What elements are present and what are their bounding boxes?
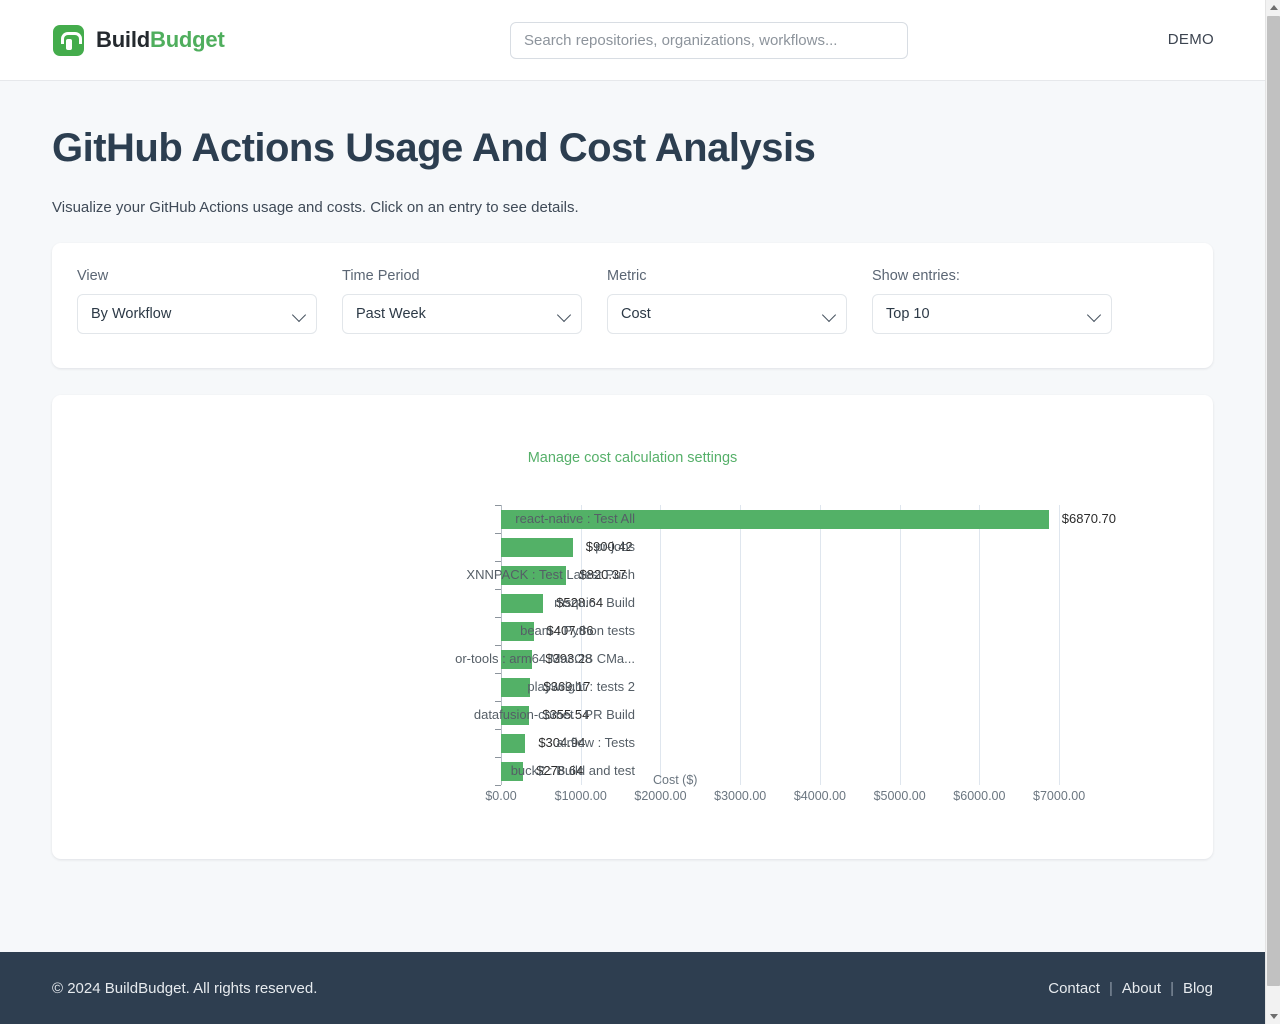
main-content: GitHub Actions Usage And Cost Analysis V… — [0, 81, 1265, 859]
brand-name-second: Budget — [150, 27, 225, 52]
page-title: GitHub Actions Usage And Cost Analysis — [52, 81, 1213, 171]
select-view[interactable]: By Workflow — [77, 294, 317, 334]
footer-separator: | — [1109, 980, 1113, 997]
filter-label-view: View — [77, 268, 317, 284]
chart-category-label[interactable]: or-tools : arm64 MacOS CMa... — [285, 645, 635, 673]
filter-label-time-period: Time Period — [342, 268, 582, 284]
site-header: BuildBudget DEMO — [0, 0, 1265, 81]
select-show-entries[interactable]: Top 10 — [872, 294, 1112, 334]
chart-y-tick — [495, 561, 501, 562]
chart-x-tick-label: $5000.00 — [874, 789, 926, 803]
search-input[interactable] — [510, 22, 908, 59]
select-time-period-value: Past Week — [356, 306, 426, 322]
chevron-down-icon — [822, 308, 836, 322]
chart-x-tick-label: $6000.00 — [953, 789, 1005, 803]
brand-name-first: Build — [96, 27, 150, 52]
filter-group-view: View By Workflow — [77, 243, 317, 334]
chart-bar-row[interactable]: $528.64msquic : Build — [501, 589, 1091, 617]
chart-category-label[interactable]: airflow : Tests — [285, 729, 635, 757]
search-container — [510, 22, 908, 59]
footer-links: Contact | About | Blog — [1048, 980, 1213, 997]
browser-viewport: BuildBudget DEMO GitHub Actions Usage An… — [0, 0, 1280, 1024]
chart-y-tick — [495, 701, 501, 702]
footer-link-blog[interactable]: Blog — [1183, 980, 1213, 997]
chart-category-label[interactable]: datafusion-comet : PR Build — [285, 701, 635, 729]
filter-label-show-entries: Show entries: — [872, 268, 1112, 284]
chart-bar-row[interactable]: $304.94airflow : Tests — [501, 729, 1091, 757]
chart-bar-row[interactable]: $407.86beam : Python tests — [501, 617, 1091, 645]
chart-bar-row[interactable]: $393.28or-tools : arm64 MacOS CMa... — [501, 645, 1091, 673]
chart-y-tick — [495, 757, 501, 758]
page-root: BuildBudget DEMO GitHub Actions Usage An… — [0, 0, 1265, 1024]
chart-bar-row[interactable]: $6870.70react-native : Test All — [501, 505, 1091, 533]
filter-group-time-period: Time Period Past Week — [342, 243, 582, 334]
chart-x-axis-title: Cost ($) — [653, 773, 697, 787]
chart-y-tick — [495, 729, 501, 730]
account-demo-label[interactable]: DEMO — [1168, 31, 1214, 48]
chart-bar-row[interactable]: $820.37XNNPACK : Test Latest Push — [501, 561, 1091, 589]
select-metric[interactable]: Cost — [607, 294, 847, 334]
chart-bars: $6870.70react-native : Test All$900.42pr… — [501, 505, 1091, 785]
filter-group-show-entries: Show entries: Top 10 — [872, 243, 1112, 334]
chart-y-tick — [495, 645, 501, 646]
scroll-up-arrow-icon[interactable] — [1266, 0, 1280, 15]
chart-x-tick-label: $1000.00 — [555, 789, 607, 803]
footer-link-contact[interactable]: Contact — [1048, 980, 1100, 997]
select-view-value: By Workflow — [91, 306, 171, 322]
chart-x-tick-label: $3000.00 — [714, 789, 766, 803]
chart-y-tick — [495, 617, 501, 618]
footer-link-about[interactable]: About — [1122, 980, 1161, 997]
chart-y-tick — [495, 533, 501, 534]
scroll-down-arrow-icon[interactable] — [1266, 1009, 1280, 1024]
chart-bar-row[interactable]: $355.54datafusion-comet : PR Build — [501, 701, 1091, 729]
manage-cost-settings-link[interactable]: Manage cost calculation settings — [52, 450, 1213, 466]
chart-x-tick-label: $0.00 — [485, 789, 516, 803]
site-footer: © 2024 BuildBudget. All rights reserved.… — [0, 952, 1265, 1024]
chevron-down-icon — [1087, 308, 1101, 322]
filter-group-metric: Metric Cost — [607, 243, 847, 334]
footer-separator: | — [1170, 980, 1174, 997]
chart-y-tick — [495, 673, 501, 674]
select-time-period[interactable]: Past Week — [342, 294, 582, 334]
chart-y-tick — [495, 785, 501, 786]
buildbudget-logo-icon — [53, 25, 84, 56]
chart-x-tick-label: $4000.00 — [794, 789, 846, 803]
chart-bar-row[interactable]: $278.64buck2 : Build and test — [501, 757, 1091, 785]
chart-category-label[interactable]: react-native : Test All — [285, 505, 635, 533]
select-show-entries-value: Top 10 — [886, 306, 930, 322]
chart-category-label[interactable]: XNNPACK : Test Latest Push — [285, 561, 635, 589]
chevron-down-icon — [557, 308, 571, 322]
chart-category-label[interactable]: buck2 : Build and test — [285, 757, 635, 785]
chart-plot-area: $6870.70react-native : Test All$900.42pr… — [501, 505, 1091, 785]
chevron-down-icon — [292, 308, 306, 322]
chart-x-tick-label: $2000.00 — [634, 789, 686, 803]
page-subtitle: Visualize your GitHub Actions usage and … — [52, 171, 1213, 216]
chart-category-label[interactable]: beam : Python tests — [285, 617, 635, 645]
filters-panel: View By Workflow Time Period Past Week M… — [52, 243, 1213, 368]
chart-x-tick-label: $7000.00 — [1033, 789, 1085, 803]
chart-category-label[interactable]: pr-jobs — [285, 533, 635, 561]
chart-y-tick — [495, 505, 501, 506]
chart-panel: Manage cost calculation settings $6870.7… — [52, 395, 1213, 859]
footer-copyright: © 2024 BuildBudget. All rights reserved. — [52, 980, 317, 997]
scrollbar-thumb[interactable] — [1267, 16, 1280, 986]
chart-category-label[interactable]: playwright : tests 2 — [285, 673, 635, 701]
chart-bar-row[interactable]: $369.17playwright : tests 2 — [501, 673, 1091, 701]
brand-logo[interactable]: BuildBudget — [53, 25, 225, 56]
cost-bar-chart: $6870.70react-native : Test All$900.42pr… — [52, 499, 1212, 819]
select-metric-value: Cost — [621, 306, 651, 322]
chart-bar-row[interactable]: $900.42pr-jobs — [501, 533, 1091, 561]
chart-category-label[interactable]: msquic : Build — [285, 589, 635, 617]
vertical-scrollbar[interactable] — [1265, 0, 1280, 1024]
chart-bar-value-label: $6870.70 — [1062, 509, 1116, 528]
brand-name: BuildBudget — [96, 27, 225, 53]
filter-label-metric: Metric — [607, 268, 847, 284]
chart-y-tick — [495, 589, 501, 590]
